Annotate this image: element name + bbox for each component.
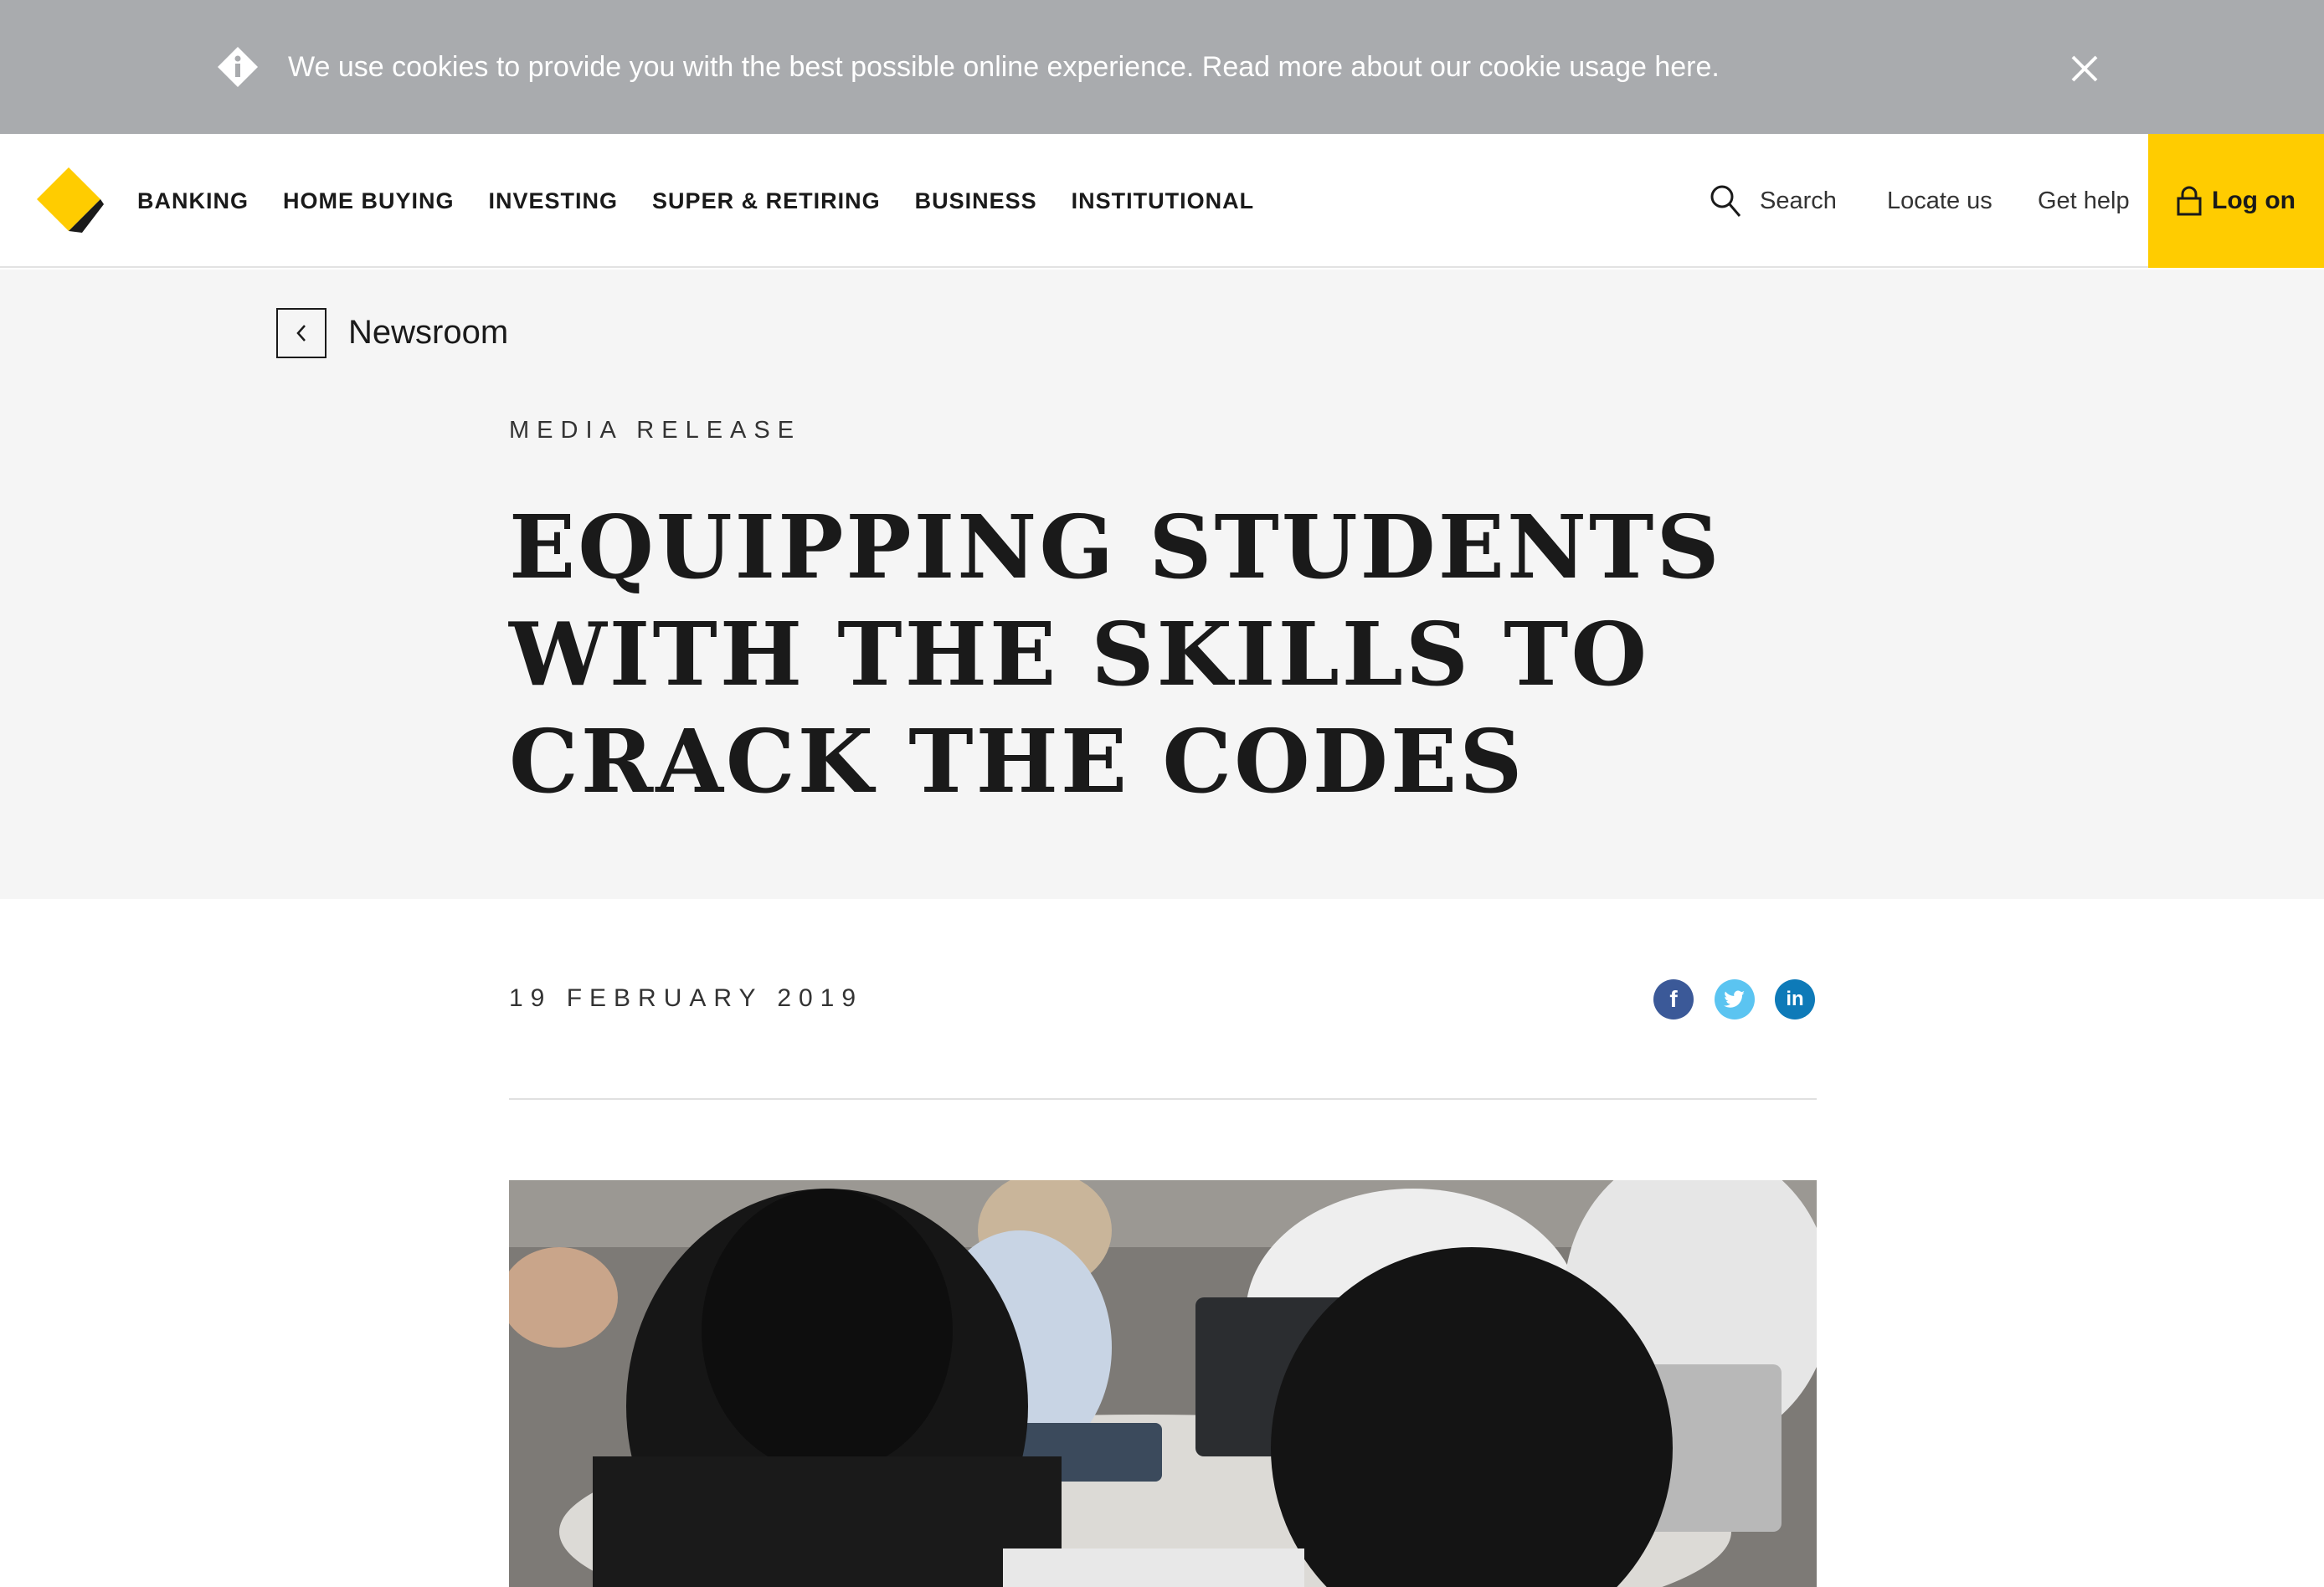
page-title: EQUIPPING STUDENTS WITH THE SKILLS TO CR… [509, 496, 1722, 813]
divider [509, 1098, 1817, 1100]
nav-investing[interactable]: INVESTING [489, 188, 619, 214]
search-label: Search [1760, 187, 1837, 214]
nav-super-retiring[interactable]: SUPER & RETIRING [652, 188, 881, 214]
info-icon [218, 47, 258, 87]
main-nav: BANKING HOME BUYING INVESTING SUPER & RE… [137, 134, 1288, 268]
cookie-message-suffix: . [1711, 51, 1720, 83]
search-link[interactable]: Search [1710, 134, 1837, 268]
search-icon [1710, 185, 1741, 217]
log-on-label: Log on [2212, 187, 2296, 214]
twitter-icon[interactable] [1715, 979, 1755, 1019]
cookie-usage-link[interactable]: Read more about our cookie usage here [1202, 51, 1712, 83]
article-kicker: MEDIA RELEASE [509, 417, 802, 444]
site-header: BANKING HOME BUYING INVESTING SUPER & RE… [0, 134, 2324, 268]
article-photo [509, 1180, 1817, 1587]
nav-home-buying[interactable]: HOME BUYING [283, 188, 455, 214]
get-help-link[interactable]: Get help [2038, 134, 2130, 268]
back-button[interactable] [276, 308, 326, 358]
nav-business[interactable]: BUSINESS [915, 188, 1037, 214]
nav-banking[interactable]: BANKING [137, 188, 249, 214]
nav-institutional[interactable]: INSTITUTIONAL [1072, 188, 1254, 214]
article-hero: Newsroom MEDIA RELEASE EQUIPPING STUDENT… [0, 270, 2324, 899]
lock-icon [2177, 186, 2202, 216]
cookie-banner: We use cookies to provide you with the b… [0, 0, 2324, 134]
breadcrumb-newsroom[interactable]: Newsroom [348, 310, 508, 355]
log-on-button[interactable]: Log on [2148, 134, 2324, 268]
linkedin-icon[interactable]: in [1775, 979, 1815, 1019]
facebook-icon[interactable]: f [1653, 979, 1694, 1019]
logo-icon[interactable] [33, 164, 107, 238]
twitter-bird-shape [1724, 990, 1745, 1008]
cookie-message: We use cookies to provide you with the b… [288, 49, 1720, 85]
article-date: 19 FEBRUARY 2019 [509, 984, 864, 1012]
cookie-message-text: We use cookies to provide you with the b… [288, 51, 1202, 83]
chevron-left-icon [296, 325, 306, 342]
locate-us-link[interactable]: Locate us [1887, 134, 1992, 268]
close-icon[interactable] [2068, 52, 2101, 85]
students-photo-illustration [509, 1180, 1817, 1587]
